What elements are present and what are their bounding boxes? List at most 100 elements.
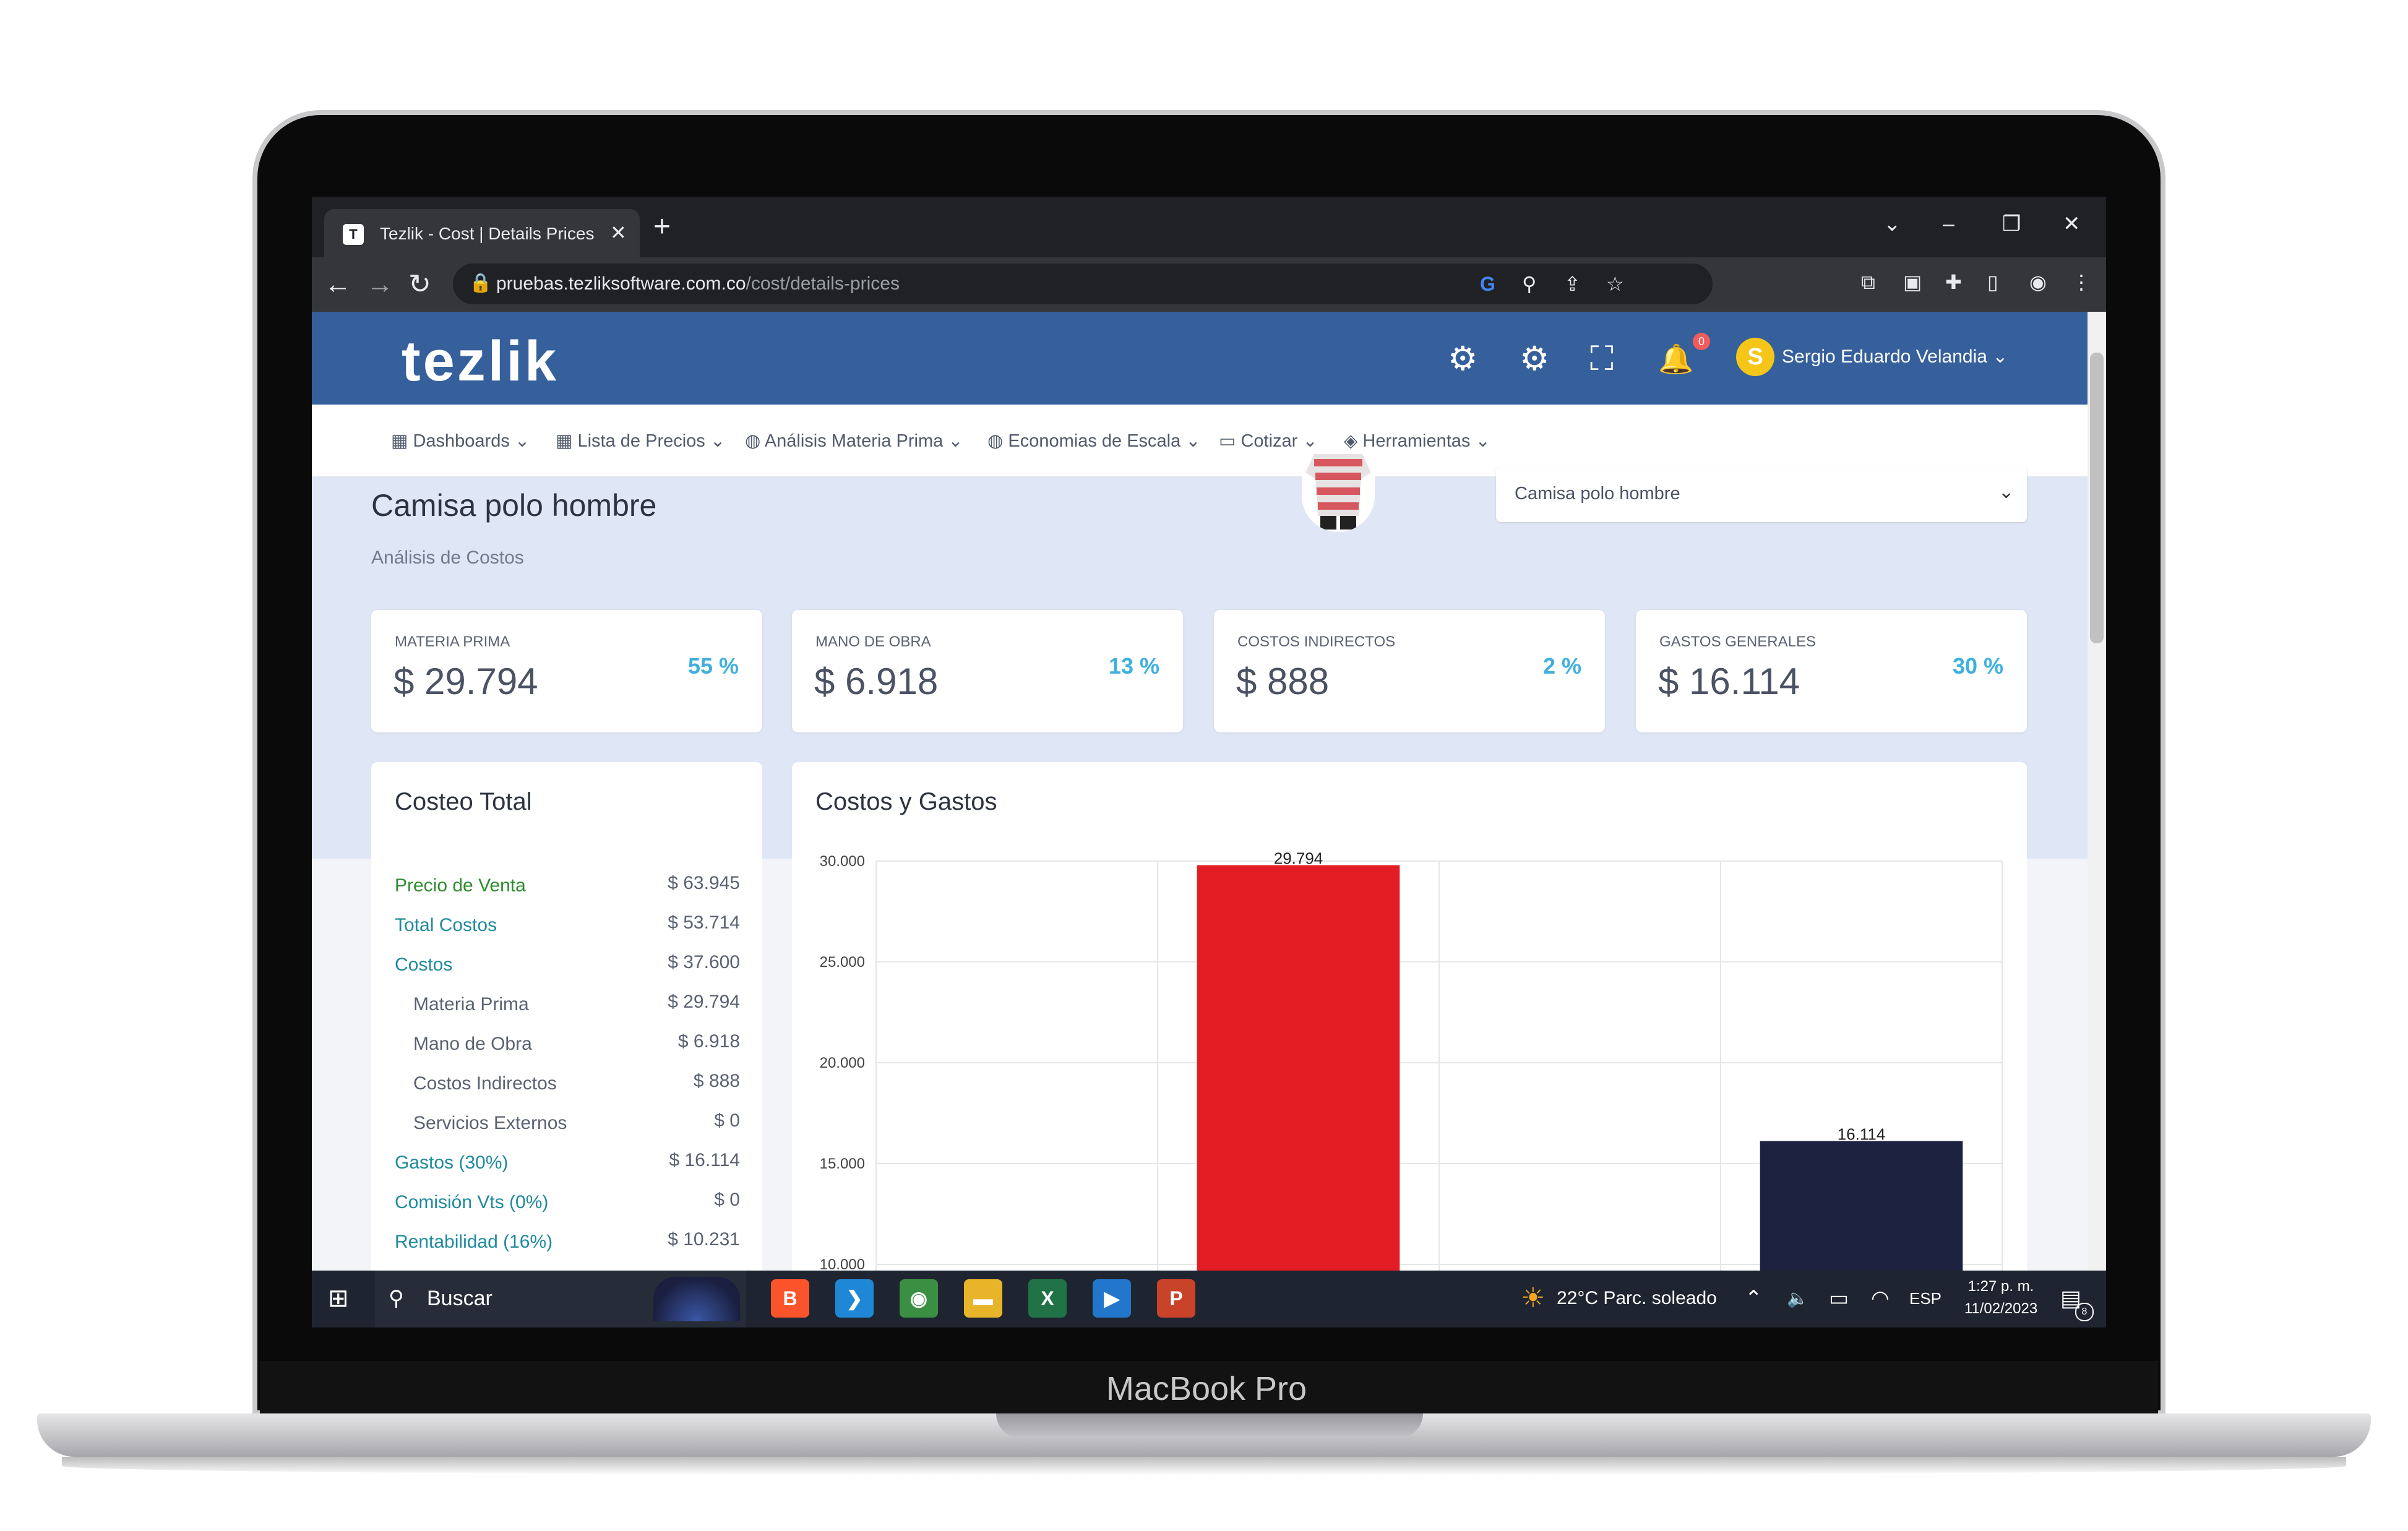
menu-economias-escala[interactable]: ◍ Economias de Escala ⌄ <box>987 427 1201 455</box>
chevron-down-icon: ⌄ <box>1998 482 2015 502</box>
taskbar-app-powerpoint-icon[interactable]: P <box>1157 1279 1195 1318</box>
notification-bell-icon[interactable]: 🔔 <box>1658 340 1693 377</box>
wifi-icon[interactable]: ◠ <box>1871 1279 1890 1318</box>
card-gastos-generales: GASTOS GENERALES $ 16.114 30 % <box>1636 610 2027 732</box>
share-icon[interactable]: ⇪ <box>1564 270 1581 298</box>
fullscreen-icon[interactable]: ⛶ <box>1590 340 1614 377</box>
settings-outline-icon[interactable]: ⚙ <box>1448 340 1477 377</box>
menu-dashboards[interactable]: ▦ Dashboards ⌄ <box>391 427 530 455</box>
y-tick-label: 15.000 <box>820 1156 865 1172</box>
tab-title: Tezlik - Cost | Details Prices <box>380 224 595 243</box>
costeo-row: Total Costos $ 53.714 <box>371 907 762 946</box>
url-path: /cost/details-prices <box>746 273 900 294</box>
taskbar-search-box[interactable]: ⚲ Buscar <box>375 1271 746 1327</box>
menu-herramientas[interactable]: ◈ Herramientas ⌄ <box>1344 427 1490 455</box>
taskbar-app-vscode-icon[interactable]: ❯ <box>835 1279 874 1318</box>
chart-title: Costos y Gastos <box>815 788 997 815</box>
zoom-icon[interactable]: ⚲ <box>1522 270 1536 298</box>
minimize-icon[interactable]: – <box>1943 210 1954 238</box>
taskbar-app-chrome-icon[interactable]: ◉ <box>900 1279 938 1318</box>
card-label: GASTOS GENERALES <box>1659 633 1816 650</box>
profile-avatar-icon[interactable]: ◉ <box>2029 267 2047 297</box>
clock[interactable]: 1:27 p. m. 11/02/2023 <box>1958 1276 2044 1320</box>
tools-icon: ◈ <box>1344 431 1358 451</box>
side-panel-icon[interactable]: ▯ <box>1987 267 1998 297</box>
bookmark-star-icon[interactable]: ☆ <box>1606 270 1624 298</box>
costeo-row-label: Total Costos <box>395 915 497 935</box>
taskbar-app-excel-icon[interactable]: X <box>1028 1279 1067 1318</box>
card-percent: 13 % <box>1108 653 1159 679</box>
menu-dashboards-label: Dashboards ⌄ <box>413 431 530 451</box>
card-label: COSTOS INDIRECTOS <box>1237 633 1396 650</box>
back-icon[interactable]: ← <box>324 270 351 299</box>
web-page: tezlik ⚙ ⚙ ⛶ 🔔 0 S Sergio Eduardo Veland… <box>312 312 2088 1271</box>
bar <box>1197 865 1400 1271</box>
windows-taskbar: ⊞ ⚲ Buscar B ❯ ◉ ▬ X ▶ P ☀ 22°C Parc. soleado … <box>312 1271 2106 1327</box>
search-highlight-icon <box>653 1277 740 1321</box>
costeo-row-label: Costos <box>395 954 453 975</box>
user-menu[interactable]: Sergio Eduardo Velandia ⌄ <box>1782 343 2008 371</box>
menu-lista-precios[interactable]: ▦ Lista de Precios ⌄ <box>556 427 725 455</box>
url-text[interactable]: pruebas.tezliksoftware.com.co/cost/detai… <box>496 270 900 298</box>
address-bar[interactable]: 🔒 pruebas.tezliksoftware.com.co/cost/det… <box>453 264 1713 304</box>
costos-gastos-panel: Costos y Gastos 30.000 25.000 20.000 15.000… <box>792 762 2027 1271</box>
costeo-row-label: Gastos (30%) <box>395 1152 509 1173</box>
url-host: pruebas.tezliksoftware.com.co <box>496 273 746 294</box>
costeo-row: Precio de Venta $ 63.945 <box>371 867 762 907</box>
costeo-row-value: $ 16.114 <box>669 1150 740 1170</box>
forward-icon[interactable]: → <box>366 270 393 299</box>
taskbar-app-brave-icon[interactable]: B <box>771 1279 809 1318</box>
browser-toolbar: ← → ↻ 🔒 pruebas.tezliksoftware.com.co/co… <box>312 257 2106 312</box>
tezlik-logo[interactable]: tezlik <box>402 330 559 392</box>
costeo-row-label: Comisión Vts (0%) <box>395 1192 549 1212</box>
menu-economias-label: Economias de Escala ⌄ <box>1008 431 1201 451</box>
volume-icon[interactable]: 🔈 <box>1787 1279 1808 1318</box>
new-tab-icon[interactable]: + <box>653 212 671 242</box>
clock-time: 1:27 p. m. <box>1967 1278 2034 1295</box>
browser-tab[interactable]: T Tezlik - Cost | Details Prices ✕ <box>324 209 640 257</box>
tab-favicon-icon: T <box>343 224 364 245</box>
costeo-row-value: $ 10.231 <box>668 1229 740 1250</box>
y-tick-label: 25.000 <box>820 954 865 971</box>
card-label: MATERIA PRIMA <box>395 633 510 650</box>
app-header: tezlik ⚙ ⚙ ⛶ 🔔 0 S Sergio Eduardo Veland… <box>312 312 2088 405</box>
tray-chevron-icon[interactable]: ⌃ <box>1745 1279 1763 1318</box>
extension-screenshot-icon[interactable]: ▣ <box>1903 267 1922 297</box>
windows-start-icon[interactable]: ⊞ <box>328 1279 349 1318</box>
battery-icon[interactable]: ▭ <box>1829 1279 1849 1318</box>
costeo-row: Costos Indirectos $ 888 <box>371 1065 762 1105</box>
scrollbar-thumb[interactable] <box>2090 353 2104 643</box>
extension-devtools-icon[interactable]: ⧉ <box>1861 267 1875 297</box>
google-lens-icon[interactable]: G <box>1480 270 1495 298</box>
taskbar-app-explorer-icon[interactable]: ▬ <box>964 1279 1002 1318</box>
bar-chart: 30.000 25.000 20.000 15.000 10.000 29.794 16.1… <box>820 849 2003 1271</box>
screen: T Tezlik - Cost | Details Prices ✕ + ⌄ –… <box>312 197 2106 1327</box>
language-indicator[interactable]: ESP <box>1909 1279 1941 1318</box>
product-select[interactable]: Camisa polo hombre ⌄ <box>1496 466 2027 522</box>
menu-cotizar[interactable]: ▭ Cotizar ⌄ <box>1219 427 1318 455</box>
card-mano-de-obra: MANO DE OBRA $ 6.918 13 % <box>792 610 1183 732</box>
browser-menu-icon[interactable]: ⋮ <box>2071 267 2091 297</box>
settings-gear-icon[interactable]: ⚙ <box>1520 340 1549 377</box>
tab-close-icon[interactable]: ✕ <box>610 220 627 245</box>
page-scrollbar[interactable] <box>2088 312 2106 1271</box>
y-tick-label: 10.000 <box>820 1256 865 1271</box>
extensions-puzzle-icon[interactable]: ✚ <box>1945 267 1962 297</box>
weather-text[interactable]: 22°C Parc. soleado <box>1557 1279 1717 1318</box>
card-percent: 55 % <box>687 653 739 679</box>
page-title: Camisa polo hombre <box>371 488 657 523</box>
card-value: $ 888 <box>1236 661 1330 702</box>
user-avatar[interactable]: S <box>1736 338 1774 376</box>
reload-icon[interactable]: ↻ <box>408 270 431 299</box>
taskbar-app-photos-icon[interactable]: ▶ <box>1093 1279 1131 1318</box>
tab-search-chevron-icon[interactable]: ⌄ <box>1883 210 1901 238</box>
window-close-icon[interactable]: ✕ <box>2063 210 2081 238</box>
restore-icon[interactable]: ❐ <box>2002 210 2021 238</box>
costeo-row-label: Materia Prima <box>413 994 529 1014</box>
costeo-row-value: $ 888 <box>693 1071 740 1091</box>
costeo-row: Materia Prima $ 29.794 <box>371 986 762 1026</box>
costeo-title: Costeo Total <box>395 788 532 815</box>
menu-analisis-materia-prima[interactable]: ◍ Análisis Materia Prima ⌄ <box>745 427 963 455</box>
card-value: $ 16.114 <box>1658 661 1800 702</box>
costeo-row-value: $ 0 <box>714 1110 740 1131</box>
